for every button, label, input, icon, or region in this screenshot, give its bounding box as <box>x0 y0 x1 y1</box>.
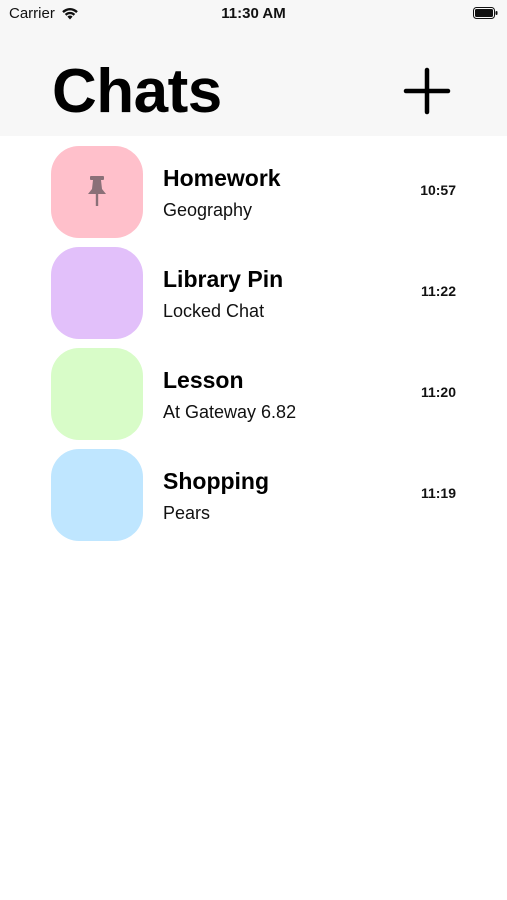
chat-row-homework[interactable]: Homework Geography 10:57 <box>0 136 507 238</box>
chat-avatar <box>51 247 143 339</box>
chat-title: Homework <box>163 165 281 191</box>
chat-title: Library Pin <box>163 266 284 292</box>
header: Chats <box>0 30 507 136</box>
chat-avatar <box>51 348 143 440</box>
chat-subtitle: Geography <box>163 200 253 220</box>
battery-icon <box>473 7 498 19</box>
chat-time: 11:20 <box>420 384 456 400</box>
plus-icon <box>403 67 451 115</box>
chat-title: Lesson <box>163 367 244 393</box>
page-title: Chats <box>52 57 222 126</box>
chat-row-shopping[interactable]: Shopping Pears 11:19 <box>0 439 507 541</box>
chat-time: 11:22 <box>420 283 456 299</box>
status-bar: Carrier 11:30 AM <box>0 0 507 30</box>
add-chat-button[interactable] <box>402 66 452 116</box>
chat-time: 11:19 <box>420 485 456 501</box>
chat-subtitle: At Gateway 6.82 <box>163 402 297 422</box>
pin-icon <box>88 176 106 206</box>
chat-row-lesson[interactable]: Lesson At Gateway 6.82 11:20 <box>0 338 507 440</box>
chat-avatar <box>51 146 143 238</box>
chat-subtitle: Pears <box>163 503 211 523</box>
chat-avatar <box>51 449 143 541</box>
chat-title: Shopping <box>163 468 270 494</box>
chat-subtitle: Locked Chat <box>163 301 265 321</box>
chat-time: 10:57 <box>420 182 456 198</box>
status-time: 11:30 AM <box>221 5 286 22</box>
chat-row-library-pin[interactable]: Library Pin Locked Chat 11:22 <box>0 237 507 339</box>
